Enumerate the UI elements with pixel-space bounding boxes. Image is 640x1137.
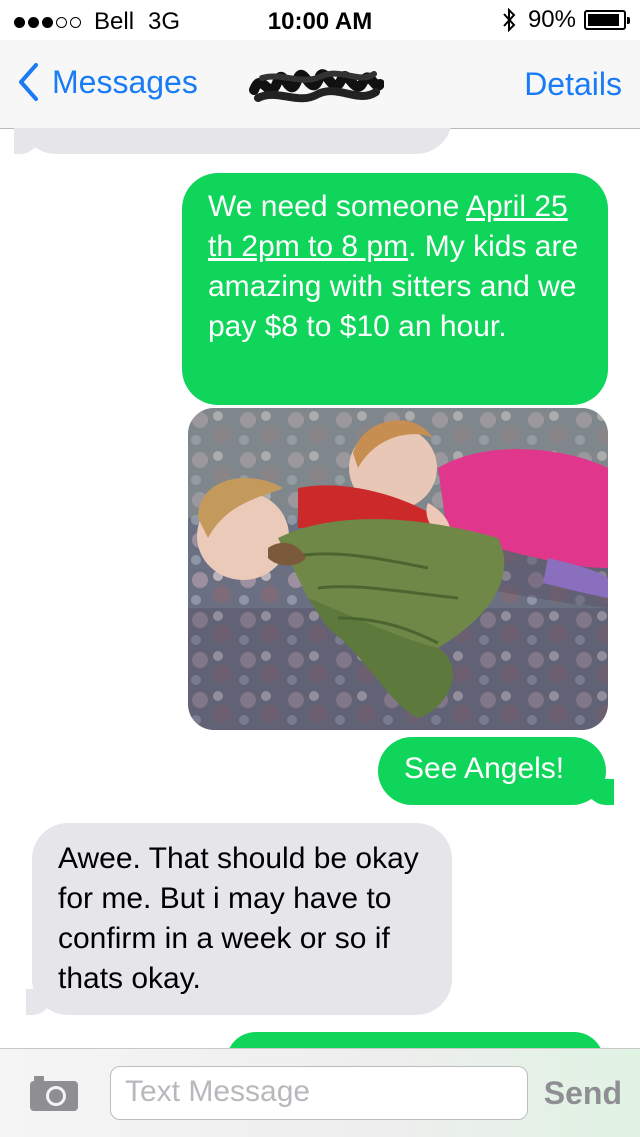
message-text: We need someone xyxy=(208,190,466,223)
battery-fill xyxy=(588,14,619,26)
battery-percent: 90% xyxy=(527,6,576,33)
message-text: See Angels! xyxy=(404,752,565,785)
outgoing-message-bubble[interactable]: We need someone April 25 th 2pm to 8 pm.… xyxy=(182,173,608,405)
message-input-bar: Text Message Send xyxy=(0,1048,640,1137)
camera-icon[interactable] xyxy=(28,1073,80,1113)
back-button[interactable]: Messages xyxy=(16,62,198,102)
message-text-field[interactable]: Text Message xyxy=(110,1066,528,1120)
bluetooth-icon xyxy=(503,7,516,33)
text-field-placeholder: Text Message xyxy=(125,1075,311,1108)
redacted-contact-name xyxy=(249,69,384,103)
photo-attachment[interactable] xyxy=(188,408,608,730)
incoming-message-bubble xyxy=(14,128,452,154)
outgoing-message-bubble[interactable] xyxy=(226,1032,604,1048)
back-label: Messages xyxy=(52,63,198,100)
chevron-left-icon xyxy=(19,63,38,101)
message-text: Awee. That should be okay for me. But i … xyxy=(58,842,419,995)
message-thread[interactable]: We need someone April 25 th 2pm to 8 pm.… xyxy=(0,128,640,1048)
status-bar: Bell 3G 10:00 AM 90% xyxy=(0,0,640,40)
status-right: 90% xyxy=(502,6,630,34)
incoming-message-bubble[interactable]: Awee. That should be okay for me. But i … xyxy=(26,823,452,1015)
navigation-bar: Messages Details xyxy=(0,40,640,129)
battery-icon xyxy=(584,10,630,30)
send-button[interactable]: Send xyxy=(544,1075,622,1112)
details-button[interactable]: Details xyxy=(524,66,622,103)
outgoing-message-bubble[interactable]: See Angels! xyxy=(378,737,614,805)
